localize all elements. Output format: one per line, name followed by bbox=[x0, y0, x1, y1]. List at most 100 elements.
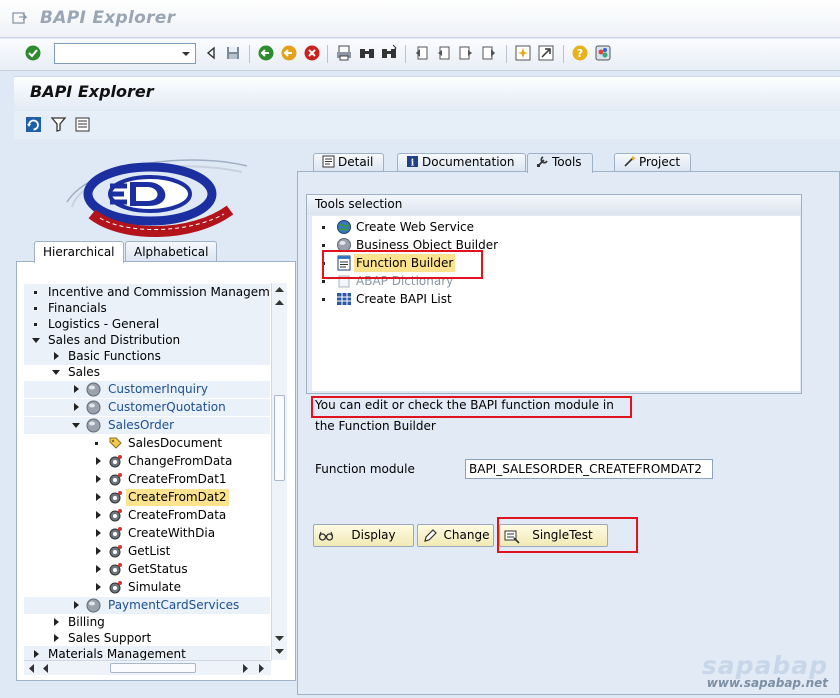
collapsed-arrow-icon[interactable] bbox=[72, 601, 80, 609]
help-icon[interactable]: ? bbox=[571, 44, 589, 62]
tree-node[interactable]: Incentive and Commission Management ( bbox=[24, 284, 270, 301]
scroll-page-left-icon[interactable] bbox=[42, 664, 49, 673]
tree-node[interactable]: Sales and Distribution bbox=[24, 332, 270, 349]
save-icon[interactable] bbox=[224, 44, 242, 62]
tree-node[interactable]: Financials bbox=[24, 300, 270, 317]
method-gear-icon bbox=[109, 563, 122, 576]
scroll-page-down-icon[interactable] bbox=[275, 635, 284, 642]
tree-node[interactable]: Simulate bbox=[24, 579, 270, 596]
tab-tools[interactable]: Tools bbox=[527, 153, 593, 173]
screen-title: BAPI Explorer bbox=[30, 82, 154, 101]
change-button[interactable]: Change bbox=[417, 524, 494, 547]
collapsed-arrow-icon[interactable] bbox=[52, 634, 60, 642]
find-icon[interactable] bbox=[358, 44, 376, 62]
previous-page-icon[interactable] bbox=[435, 44, 453, 62]
tab-detail[interactable]: Detail bbox=[313, 153, 385, 172]
collapsed-arrow-icon[interactable] bbox=[72, 403, 80, 411]
tree-node[interactable]: SalesOrder bbox=[24, 417, 270, 434]
scrollbar-thumb[interactable] bbox=[110, 663, 196, 673]
scroll-page-right-icon[interactable] bbox=[242, 664, 249, 673]
expanded-arrow-icon[interactable] bbox=[72, 421, 80, 429]
collapsed-arrow-icon[interactable] bbox=[94, 565, 102, 573]
expanded-arrow-icon[interactable] bbox=[52, 368, 60, 376]
tree-node[interactable]: CreateFromDat1 bbox=[24, 471, 270, 488]
collapsed-arrow-icon[interactable] bbox=[52, 352, 60, 360]
cancel-icon[interactable] bbox=[303, 44, 321, 62]
tree-node[interactable]: Sales Support bbox=[24, 630, 270, 647]
enter-check-icon[interactable] bbox=[24, 44, 42, 62]
toolbar-separator bbox=[563, 45, 564, 63]
scroll-down-icon[interactable] bbox=[275, 648, 284, 655]
tree-node[interactable]: ChangeFromData bbox=[24, 453, 270, 470]
scroll-left-icon[interactable] bbox=[28, 664, 35, 673]
scroll-right-icon[interactable] bbox=[258, 664, 265, 673]
tree-node[interactable]: GetList bbox=[24, 543, 270, 560]
tree-node[interactable]: Logistics - General bbox=[24, 316, 270, 333]
tree-node-selected[interactable]: CreateFromDat2 bbox=[24, 489, 270, 506]
print-icon[interactable] bbox=[335, 44, 353, 62]
glasses-icon bbox=[318, 531, 334, 541]
tree-node[interactable]: Billing bbox=[24, 614, 270, 631]
list-icon[interactable] bbox=[74, 116, 91, 133]
tree-vertical-scrollbar[interactable] bbox=[271, 283, 287, 660]
scrollbar-thumb[interactable] bbox=[274, 395, 285, 481]
collapsed-arrow-icon[interactable] bbox=[52, 618, 60, 626]
tab-project[interactable]: Project bbox=[614, 153, 692, 172]
tree-node[interactable]: CustomerInquiry bbox=[24, 381, 270, 398]
method-gear-icon bbox=[109, 509, 122, 522]
tree-node[interactable]: Sales bbox=[24, 364, 270, 381]
bapi-logo-icon bbox=[66, 159, 248, 237]
tab-alphabetical[interactable]: Alphabetical bbox=[125, 241, 218, 262]
back-icon[interactable] bbox=[257, 44, 275, 62]
tree-horizontal-scrollbar[interactable] bbox=[24, 660, 271, 675]
tree-node[interactable]: Basic Functions bbox=[24, 348, 270, 365]
shortcut-icon[interactable] bbox=[537, 44, 555, 62]
next-page-icon[interactable] bbox=[457, 44, 475, 62]
collapsed-arrow-icon[interactable] bbox=[94, 547, 102, 555]
tree-node-label: Simulate bbox=[128, 580, 182, 594]
chevron-down-icon[interactable] bbox=[179, 46, 193, 61]
tree-node[interactable]: CreateFromData bbox=[24, 507, 270, 524]
filter-icon[interactable] bbox=[50, 116, 67, 133]
collapsed-arrow-icon[interactable] bbox=[94, 493, 102, 501]
collapse-left-icon[interactable] bbox=[203, 44, 221, 62]
collapsed-arrow-icon[interactable] bbox=[94, 475, 102, 483]
find-next-icon[interactable] bbox=[380, 44, 398, 62]
customize-layout-icon[interactable] bbox=[594, 44, 612, 62]
tree-node[interactable]: PaymentCardServices bbox=[24, 597, 270, 614]
tree-node-label: SalesDocument bbox=[128, 436, 223, 450]
display-button-label: Display bbox=[351, 528, 396, 542]
last-page-icon[interactable] bbox=[480, 44, 498, 62]
tree-node-label: Basic Functions bbox=[68, 349, 161, 363]
collapsed-arrow-icon[interactable] bbox=[32, 650, 40, 658]
scroll-page-up-icon[interactable] bbox=[275, 299, 284, 306]
new-session-icon[interactable] bbox=[514, 44, 532, 62]
function-module-field[interactable] bbox=[465, 459, 713, 479]
single-test-button[interactable]: SingleTest bbox=[499, 524, 608, 547]
tab-hierarchical[interactable]: Hierarchical bbox=[34, 241, 124, 263]
exit-icon[interactable] bbox=[280, 44, 298, 62]
tree-node[interactable]: SalesDocument bbox=[24, 435, 270, 452]
window-menu-icon[interactable] bbox=[12, 12, 28, 26]
tree-node[interactable]: CreateWithDia bbox=[24, 525, 270, 542]
first-page-icon[interactable] bbox=[413, 44, 431, 62]
leaf-bullet bbox=[34, 291, 37, 294]
tree-node[interactable]: CustomerQuotation bbox=[24, 399, 270, 416]
collapsed-arrow-icon[interactable] bbox=[94, 583, 102, 591]
tab-documentation[interactable]: i Documentation bbox=[397, 153, 526, 172]
tree-node[interactable]: GetStatus bbox=[24, 561, 270, 578]
command-field[interactable] bbox=[54, 43, 196, 64]
expanded-arrow-icon[interactable] bbox=[32, 336, 40, 344]
collapsed-arrow-icon[interactable] bbox=[94, 511, 102, 519]
collapsed-arrow-icon[interactable] bbox=[94, 457, 102, 465]
collapsed-arrow-icon[interactable] bbox=[72, 385, 80, 393]
highlight-function-builder bbox=[322, 250, 483, 279]
display-button[interactable]: Display bbox=[313, 524, 414, 547]
collapsed-arrow-icon[interactable] bbox=[94, 529, 102, 537]
tree-node[interactable]: Materials Management bbox=[24, 646, 270, 660]
scroll-up-icon[interactable] bbox=[275, 286, 284, 293]
tools-list: Create Web Service Business Object Build… bbox=[312, 216, 800, 391]
refresh-icon[interactable] bbox=[25, 116, 42, 133]
info-icon: i bbox=[407, 156, 418, 168]
tree-node-label: Materials Management bbox=[48, 647, 186, 660]
